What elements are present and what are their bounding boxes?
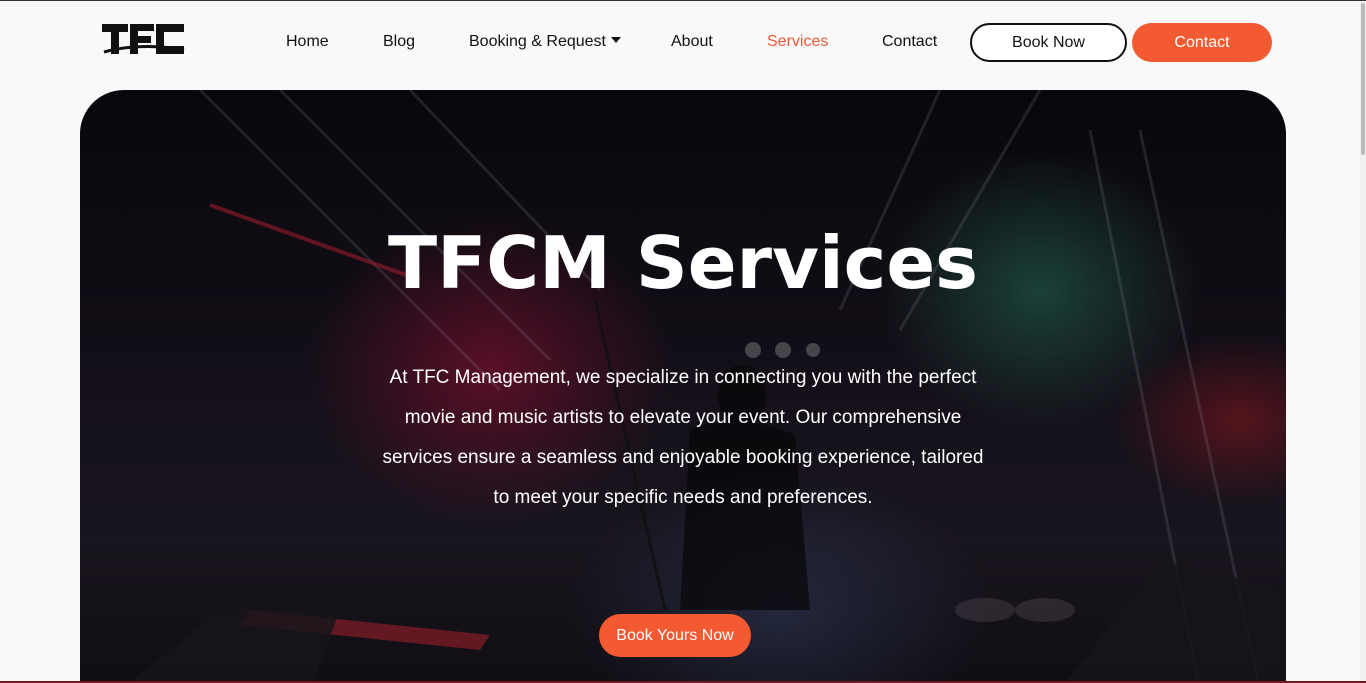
nav-booking-request[interactable]: Booking & Request (469, 32, 621, 52)
nav-services[interactable]: Services (767, 32, 828, 52)
site-header: Home Blog Booking & Request About Servic… (0, 1, 1360, 89)
book-yours-now-button[interactable]: Book Yours Now (599, 614, 751, 657)
hero-description: At TFC Management, we specialize in conn… (382, 367, 984, 508)
page-scrollbar-thumb[interactable] (1361, 3, 1365, 155)
nav-booking-request-label: Booking & Request (469, 33, 606, 50)
hero-title: TFCM Services (387, 221, 979, 305)
nav-blog[interactable]: Blog (383, 32, 415, 52)
book-now-button[interactable]: Book Now (970, 23, 1127, 62)
nav-about[interactable]: About (671, 32, 713, 52)
caret-down-icon (610, 37, 621, 43)
tfc-logo[interactable] (102, 22, 186, 56)
page-scrollbar[interactable] (1360, 1, 1366, 683)
nav-contact[interactable]: Contact (882, 32, 937, 52)
contact-button[interactable]: Contact (1132, 23, 1272, 62)
hero-section: TFCM Services At TFC Management, we spec… (80, 90, 1286, 683)
nav-home[interactable]: Home (286, 32, 329, 52)
